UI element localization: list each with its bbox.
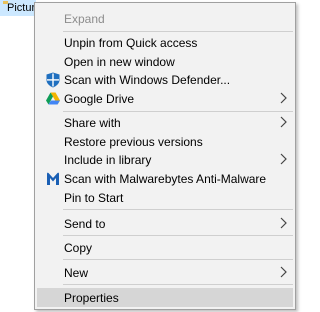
menu-item-pin-to-start[interactable]: Pin to Start [37,188,293,207]
menu-item-send-to[interactable]: Send to [37,214,293,233]
menu-item-label: Google Drive [64,92,135,106]
menu-item-new[interactable]: New [37,263,293,282]
submenu-arrow-icon [279,217,289,229]
menu-item-label: Open in new window [64,55,175,69]
menu-item-open-new-window[interactable]: Open in new window [37,52,293,71]
menu-item-label: Share with [64,116,121,130]
menu-item-scan-defender[interactable]: Scan with Windows Defender... [37,70,293,89]
menu-item-label: New [64,266,89,280]
menu-item-label: Properties [64,291,119,305]
submenu-arrow-icon [279,266,289,278]
menu-separator [63,284,293,285]
menu-item-label: Include in library [64,153,152,167]
menu-item-label: Send to [64,217,106,231]
malwarebytes-icon [45,171,61,187]
menu-item-google-drive[interactable]: Google Drive [37,89,293,108]
google-drive-icon [45,91,61,107]
submenu-arrow-icon [279,116,289,128]
menu-item-label: Copy [64,241,93,255]
menu-separator [63,259,293,260]
context-menu: Expand Unpin from Quick access Open in n… [34,2,296,310]
menu-item-label: Scan with Malwarebytes Anti-Malware [64,172,267,186]
menu-item-scan-malwarebytes[interactable]: Scan with Malwarebytes Anti-Malware [37,169,293,188]
submenu-arrow-icon [279,92,289,104]
menu-separator [63,111,293,112]
menu-item-label: Pin to Start [64,191,124,205]
menu-item-label: Expand [64,12,105,26]
menu-item-properties[interactable]: Properties [37,288,293,307]
menu-item-expand: Expand [37,9,293,28]
menu-item-include-in-library[interactable]: Include in library [37,150,293,169]
menu-item-label: Scan with Windows Defender... [64,73,231,87]
menu-separator [63,31,293,32]
menu-item-unpin-quick-access[interactable]: Unpin from Quick access [37,33,293,52]
menu-separator [63,235,293,236]
submenu-arrow-icon [279,153,289,165]
windows-defender-shield-icon [45,72,61,88]
menu-item-label: Unpin from Quick access [64,36,198,50]
menu-item-share-with[interactable]: Share with [37,113,293,132]
menu-item-label: Restore previous versions [64,135,203,149]
folder-label: Pictures [7,2,36,14]
menu-item-restore-previous-versions[interactable]: Restore previous versions [37,132,293,151]
menu-separator [63,209,293,210]
menu-item-copy[interactable]: Copy [37,238,293,257]
pictures-folder-item[interactable]: Pictures [0,0,36,16]
